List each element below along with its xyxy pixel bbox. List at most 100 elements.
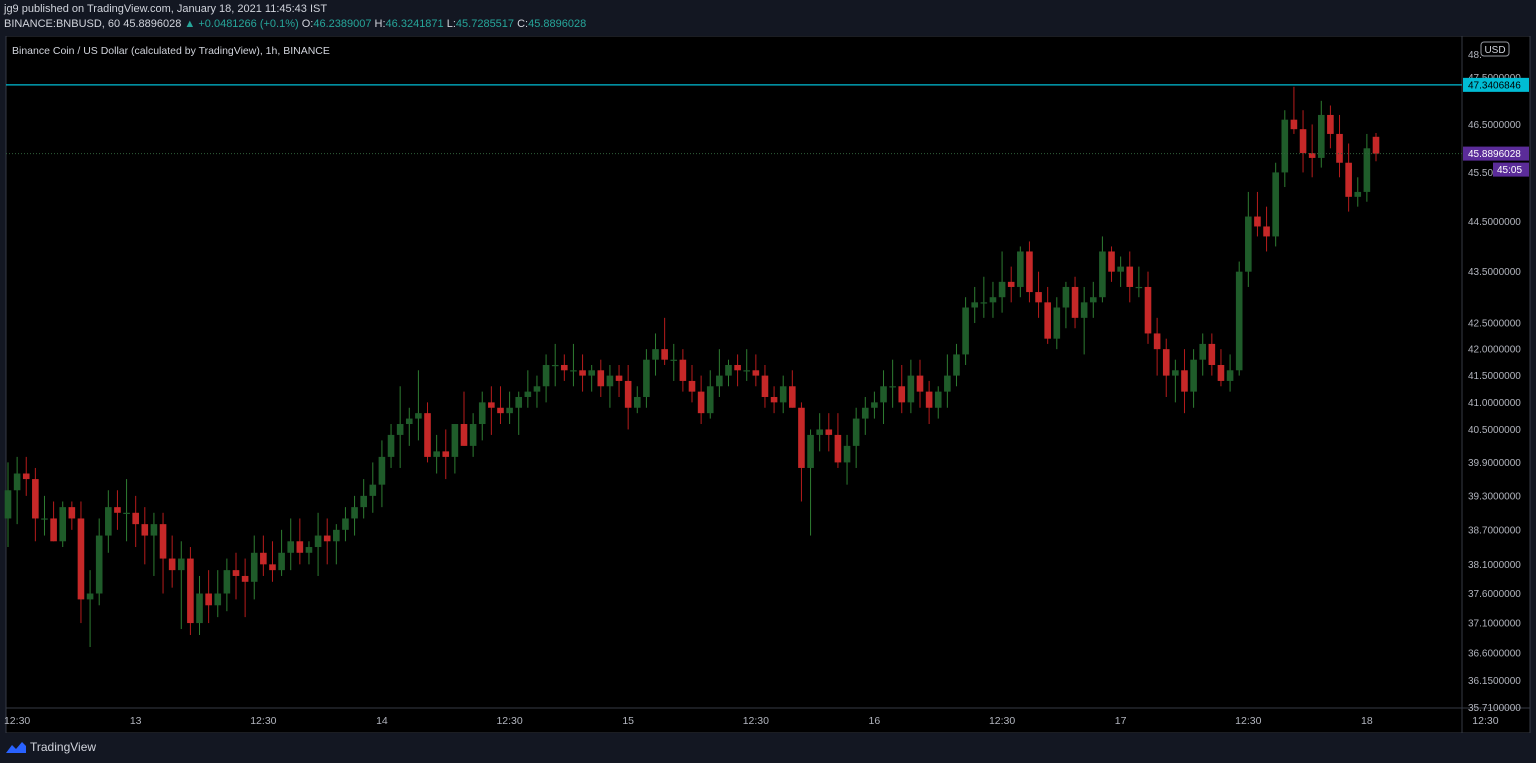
price-tick-label: 42.0000000 xyxy=(1468,345,1521,356)
candle-body xyxy=(770,396,778,403)
price-tick-label: 35.7100000 xyxy=(1468,703,1521,714)
candle-body xyxy=(861,407,869,419)
header: jg9 published on TradingView.com, Januar… xyxy=(0,0,1536,36)
low-value: 45.7285517 xyxy=(455,18,515,30)
candle-body xyxy=(1026,251,1033,293)
candle-body xyxy=(1044,302,1051,339)
candle-body xyxy=(1245,216,1252,272)
candle-body xyxy=(615,375,623,381)
candle-body xyxy=(1272,172,1279,237)
candle-body xyxy=(469,424,477,446)
candle-body xyxy=(22,473,30,480)
price-change: +0.0481266 (+0.1%) xyxy=(198,18,299,30)
tradingview-logo[interactable]: TradingView xyxy=(6,740,96,754)
candle-body xyxy=(989,297,997,303)
candle-body xyxy=(807,434,814,468)
candle-body xyxy=(934,391,942,408)
candle-body xyxy=(834,434,842,463)
candle-body xyxy=(688,380,696,392)
candle-body xyxy=(168,558,176,571)
price-chart[interactable]: Binance Coin / US Dollar (calculated by … xyxy=(0,0,1536,763)
candle-body xyxy=(68,507,76,519)
candle-body xyxy=(1345,162,1352,197)
price-tick-label: 44.5000000 xyxy=(1468,217,1521,228)
candle-body xyxy=(1181,370,1188,392)
price-tick-label: 42.5000000 xyxy=(1468,319,1521,330)
price-tick-label: 39.3000000 xyxy=(1468,491,1521,502)
high-label: H: xyxy=(374,18,386,30)
candle-body xyxy=(825,429,833,435)
candle-body xyxy=(1327,114,1334,134)
candle-body xyxy=(579,370,586,376)
chart-pane[interactable] xyxy=(6,36,1462,708)
candle-body xyxy=(542,364,550,387)
candle-body xyxy=(314,535,322,548)
candle-body xyxy=(4,490,12,519)
candle-body xyxy=(1017,251,1024,287)
candle-body xyxy=(187,558,194,624)
footer: TradingView xyxy=(0,733,1536,763)
close-value: 45.8896028 xyxy=(528,18,587,30)
candle-body xyxy=(478,402,486,425)
candle-body xyxy=(1172,370,1179,376)
candle-body xyxy=(916,375,924,392)
candle-body xyxy=(725,364,732,376)
candle-body xyxy=(789,386,796,408)
candle-body xyxy=(86,593,94,600)
candle-body xyxy=(1336,133,1343,163)
price-tick-label: 39.9000000 xyxy=(1468,458,1521,469)
candle-body xyxy=(369,484,377,496)
candle-body xyxy=(798,407,805,468)
time-tick-label: 12:30 xyxy=(1472,715,1498,727)
candle-body xyxy=(13,473,21,491)
candle-body xyxy=(250,552,258,582)
candle-body xyxy=(1099,251,1106,298)
candle-body xyxy=(415,413,422,419)
candle-body xyxy=(570,370,577,372)
price-tick-label: 41.5000000 xyxy=(1468,371,1521,382)
candle-body xyxy=(624,380,632,408)
time-tick-label: 12:30 xyxy=(4,715,30,727)
candle-body xyxy=(743,370,751,372)
candle-body xyxy=(1217,364,1225,381)
candle-body xyxy=(633,396,641,408)
price-tick-label: 37.1000000 xyxy=(1468,619,1521,630)
candle-body xyxy=(159,524,167,559)
candle-body xyxy=(551,364,559,367)
candle-body xyxy=(497,407,504,414)
candle-body xyxy=(1108,251,1115,272)
open-label: O: xyxy=(301,18,314,30)
quote-line: BINANCE:BNBUSD, 60 45.8896028 ▲ +0.04812… xyxy=(4,18,586,30)
candle-body xyxy=(333,529,340,542)
candle-body xyxy=(241,575,249,582)
candle-body xyxy=(1190,359,1197,392)
tradingview-logo-icon xyxy=(6,742,26,753)
candle-body xyxy=(998,281,1006,298)
candle-body xyxy=(451,424,459,457)
candle-body xyxy=(460,424,468,446)
candle-body xyxy=(278,552,285,571)
price-tick-label: 36.6000000 xyxy=(1468,649,1521,660)
candle-body xyxy=(816,429,823,435)
candle-body xyxy=(944,375,951,392)
currency-badge[interactable]: USD xyxy=(1480,41,1510,57)
candle-body xyxy=(1144,286,1152,334)
high-value: 46.3241871 xyxy=(385,18,444,30)
time-tick-label: 17 xyxy=(1115,715,1127,727)
candle-body xyxy=(214,593,222,606)
candle-body xyxy=(260,552,267,565)
candle-body xyxy=(716,375,723,387)
time-tick-label: 18 xyxy=(1361,715,1373,727)
brand-name: TradingView xyxy=(30,740,97,754)
candle-body xyxy=(223,570,231,594)
candle-body xyxy=(1372,136,1380,154)
hline-price-label: 47.3406846 xyxy=(1468,80,1521,91)
candle-body xyxy=(1354,191,1362,197)
candle-body xyxy=(980,302,988,304)
candle-body xyxy=(779,386,787,403)
open-value: 46.2389007 xyxy=(313,18,372,30)
candle-body xyxy=(1053,307,1061,339)
time-tick-label: 16 xyxy=(869,715,881,727)
price-tick-label: 45.50 xyxy=(1468,168,1493,179)
candle-body xyxy=(405,418,413,425)
